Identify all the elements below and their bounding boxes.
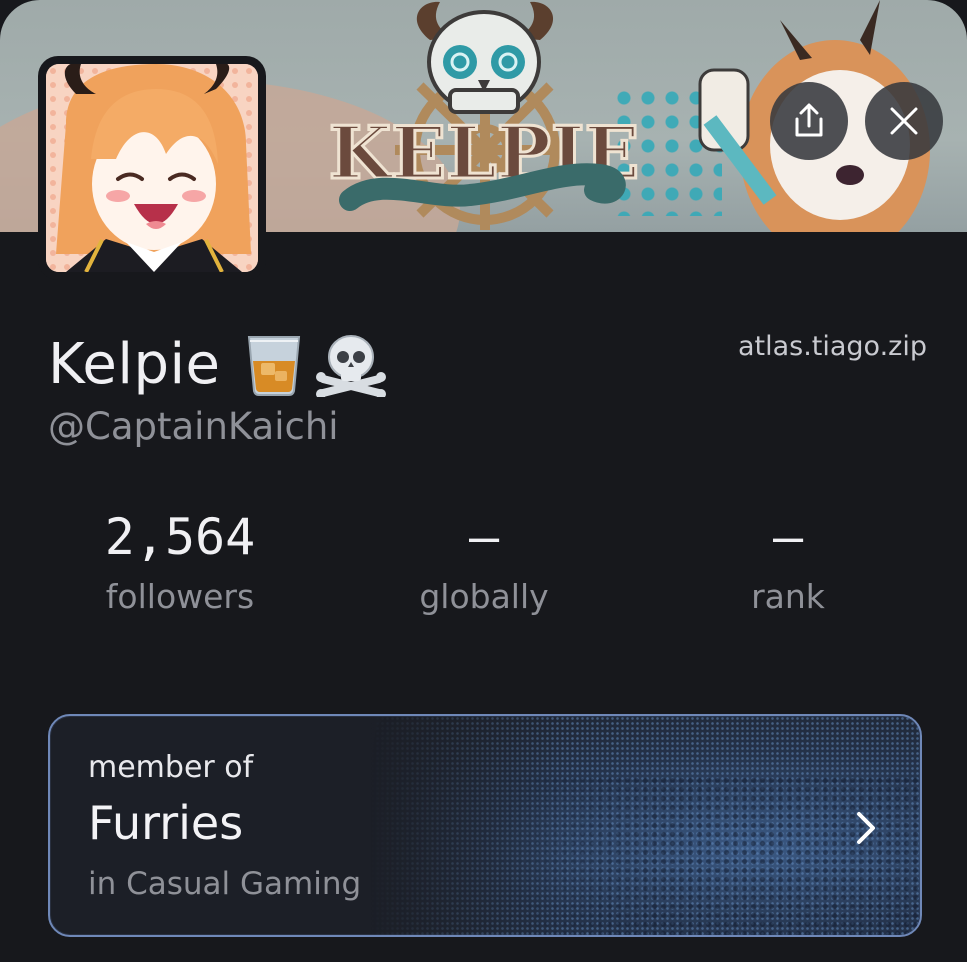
stat-followers: 2,564 followers (50, 505, 310, 616)
close-button[interactable] (865, 82, 943, 160)
display-name: Kelpie (48, 331, 221, 397)
chevron-right-icon (857, 812, 875, 844)
membership-card[interactable]: member of Furries in Casual Gaming (48, 714, 922, 937)
name-row: Kelpie (48, 328, 387, 400)
skull-crossbones-icon (315, 335, 386, 397)
stat-label: rank (751, 577, 825, 616)
name-emojis (243, 331, 387, 397)
share-icon (795, 103, 823, 137)
membership-background-texture (470, 776, 920, 935)
skull-icon (427, 10, 541, 114)
user-handle: @CaptainKaichi (48, 405, 339, 448)
share-button[interactable] (770, 82, 848, 160)
membership-eyebrow: member of (88, 750, 254, 785)
stat-globally: – globally (354, 505, 614, 616)
membership-subtitle: in Casual Gaming (88, 866, 362, 902)
stat-value: – (772, 508, 804, 566)
stat-label: followers (105, 577, 255, 616)
close-icon (890, 107, 918, 135)
profile-domain[interactable]: atlas.tiago.zip (738, 331, 927, 362)
stat-label: globally (419, 577, 549, 616)
avatar-image (46, 64, 258, 272)
stat-rank: – rank (658, 505, 918, 616)
membership-title: Furries (88, 796, 244, 850)
profile-sheet: KELPIE Kelpie @CaptainKaichi atlas.tiago… (0, 0, 967, 962)
avatar[interactable] (38, 56, 266, 280)
stat-value: – (468, 508, 500, 566)
tumbler-glass-icon (247, 336, 300, 396)
stat-value: 2,564 (104, 508, 256, 566)
